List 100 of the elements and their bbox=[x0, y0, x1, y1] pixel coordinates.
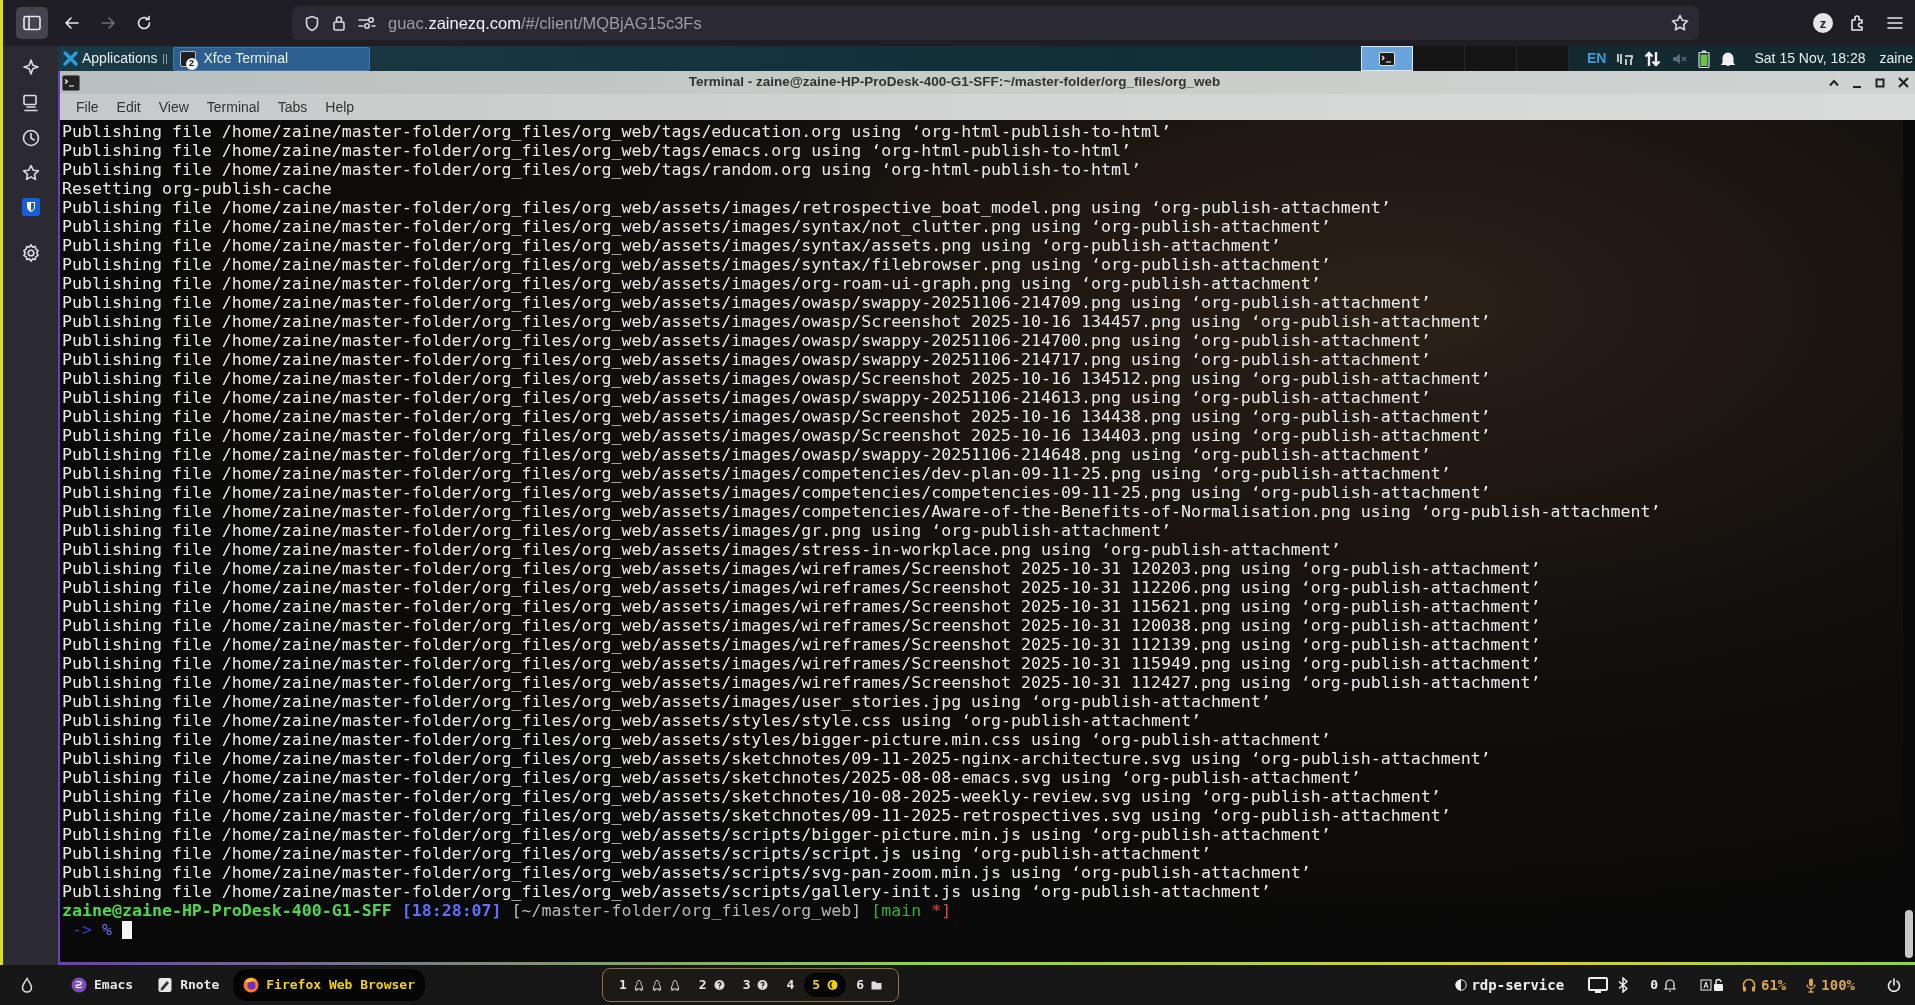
terminal-line: Publishing file /home/zaine/master-folder/org_files/org_web/assets/scripts/bigger-picture.min.js using ‘org-publish-attachment’ bbox=[62, 825, 1331, 844]
terminal-line: Publishing file /home/zaine/master-folder/org_files/org_web/assets/images/owasp/Screenshot 2025-10-16 134403.png using ‘org-publish-attachment’ bbox=[62, 426, 1491, 445]
settings-icon[interactable] bbox=[20, 243, 41, 263]
maximize-icon[interactable] bbox=[1875, 77, 1885, 88]
lock-icon bbox=[332, 15, 346, 31]
close-icon[interactable] bbox=[1898, 77, 1909, 88]
terminal-line: Publishing file /home/zaine/master-folder/org_files/org_web/assets/styles/style.css using ‘org-publish-attachment’ bbox=[62, 711, 1201, 730]
workspace-button[interactable]: 6 bbox=[848, 973, 890, 997]
menu-item[interactable]: Tabs bbox=[269, 95, 316, 119]
prompt-symbol: -> bbox=[72, 920, 92, 939]
muted-speaker-icon[interactable] bbox=[1672, 51, 1689, 66]
xfce-logo-icon bbox=[63, 51, 78, 66]
terminal-line: Publishing file /home/zaine/master-folder/org_files/org_web/assets/sketchnotes/2025-08-08-emacs.svg using ‘org-publish-attachment’ bbox=[62, 768, 1361, 787]
monitor-icon[interactable] bbox=[1588, 977, 1609, 993]
taskbar-button[interactable]: 2 Xfce Terminal bbox=[172, 46, 370, 71]
prompt-text: [18:28:07] bbox=[401, 901, 502, 920]
menu-item[interactable]: Terminal bbox=[198, 95, 268, 119]
terminal-line: Publishing file /home/zaine/master-folder/org_files/org_web/tags/random.org using ‘org-html-publish-to-html’ bbox=[62, 160, 1141, 179]
workspace-button[interactable]: 1 bbox=[611, 973, 689, 997]
profile-button[interactable]: z bbox=[1813, 13, 1833, 33]
taskbar-app[interactable]: Emacs bbox=[61, 969, 144, 1001]
chevron-up-icon[interactable] bbox=[1829, 78, 1839, 87]
terminal-line: Publishing file /home/zaine/master-folder/org_files/org_web/assets/images/gr.png using ‘org-publish-attachment’ bbox=[62, 521, 1171, 540]
star-icon[interactable] bbox=[20, 163, 41, 183]
workspace-button[interactable]: 3 bbox=[734, 973, 777, 997]
microphone-level: 100% bbox=[1821, 975, 1855, 995]
sidebar-toggle-button[interactable] bbox=[16, 7, 48, 39]
headphones-icon[interactable] bbox=[1742, 978, 1756, 992]
menu-item[interactable]: Help bbox=[317, 95, 363, 119]
help-icon bbox=[713, 979, 725, 991]
panel-separator bbox=[162, 53, 167, 64]
terminal-line: Publishing file /home/zaine/master-folder/org_files/org_web/assets/sketchnotes/09-11-2025-nginx-architecture.svg using ‘org-publish-attachment’ bbox=[62, 749, 1491, 768]
battery-icon[interactable] bbox=[1698, 49, 1711, 68]
terminal-line: Publishing file /home/zaine/master-folder/org_files/org_web/assets/images/retrospective_boat_model.png using ‘org-publish-attachment’ bbox=[62, 198, 1391, 217]
terminal-line: Publishing file /home/zaine/master-folder/org_files/org_web/assets/images/owasp/swappy-20251106-214717.png using ‘org-publish-attachment’ bbox=[62, 350, 1431, 369]
terminal-line: Publishing file /home/zaine/master-folder/org_files/org_web/assets/images/wireframes/Screenshot 2025-10-31 120203.png using ‘org-publish-attachment’ bbox=[62, 559, 1541, 578]
terminal-line: Resetting org-publish-cache bbox=[62, 179, 332, 198]
power-icon[interactable] bbox=[1887, 978, 1901, 992]
menu-item[interactable]: File bbox=[68, 95, 107, 119]
taskbar-app[interactable]: Firefox Web Browser bbox=[233, 969, 425, 1001]
user-name[interactable]: zaine bbox=[1879, 48, 1913, 69]
bell-icon[interactable] bbox=[1664, 978, 1676, 992]
microphone-icon[interactable] bbox=[1806, 977, 1817, 993]
half-circle-icon bbox=[1455, 979, 1468, 991]
terminal-line: Publishing file /home/zaine/master-folder/org_files/org_web/assets/images/org-roam-ui-graph.png using ‘org-publish-attachment’ bbox=[62, 274, 1321, 293]
terminal-icon bbox=[62, 74, 80, 91]
clock-text: Sat 15 Nov, 18:28 bbox=[1754, 49, 1866, 68]
terminal-line: Publishing file /home/zaine/master-folder/org_files/org_web/assets/images/wireframes/Screenshot 2025-10-31 115621.png using ‘org-publish-attachment’ bbox=[62, 597, 1541, 616]
terminal-line: Publishing file /home/zaine/master-folder/org_files/org_web/assets/images/competencies/competencies-09-11-25.png using ‘org-publish-attachment’ bbox=[62, 483, 1491, 502]
terminal-line: Publishing file /home/zaine/master-folder/org_files/org_web/assets/images/owasp/Screenshot 2025-10-16 134438.png using ‘org-publish-attachment’ bbox=[62, 407, 1491, 426]
terminal-line: Publishing file /home/zaine/master-folder/org_files/org_web/assets/images/competencies/dev-plan-09-11-25.png using ‘org-publish-attachment’ bbox=[62, 464, 1451, 483]
terminal-line: Publishing file /home/zaine/master-folder/org_files/org_web/tags/education.org using ‘org-html-publish-to-html’ bbox=[62, 122, 1171, 141]
taskbar-app[interactable]: Rnote bbox=[147, 969, 230, 1001]
terminal-line: Publishing file /home/zaine/master-folder/org_files/org_web/assets/images/wireframes/Screenshot 2025-10-31 120038.png using ‘org-publish-attachment’ bbox=[62, 616, 1541, 635]
terminal-line: Publishing file /home/zaine/master-folder/org_files/org_web/assets/images/wireframes/Screenshot 2025-10-31 112206.png using ‘org-publish-attachment’ bbox=[62, 578, 1541, 597]
terminal-line: Publishing file /home/zaine/master-folder/org_files/org_web/assets/images/syntax/filebrowser.png using ‘org-publish-attachment’ bbox=[62, 255, 1331, 274]
bookmark-star-icon[interactable] bbox=[1671, 14, 1689, 32]
text-cursor bbox=[122, 920, 132, 939]
terminal-line: Publishing file /home/zaine/master-folder/org_files/org_web/assets/images/syntax/not_clutter.png using ‘org-publish-attachment’ bbox=[62, 217, 1331, 236]
clock-icon[interactable] bbox=[20, 128, 41, 148]
notification-count: 0 bbox=[1650, 976, 1658, 995]
scrollbar-thumb[interactable] bbox=[1905, 910, 1913, 958]
menu-item[interactable]: View bbox=[150, 95, 197, 119]
terminal-line: Publishing file /home/zaine/master-folder/org_files/org_web/assets/images/owasp/swappy-20251106-214613.png using ‘org-publish-attachment’ bbox=[62, 388, 1431, 407]
sparkle-icon[interactable] bbox=[20, 58, 41, 78]
folder-icon bbox=[870, 979, 882, 991]
penguin-icon bbox=[633, 979, 645, 991]
transfer-arrows-icon[interactable] bbox=[1644, 50, 1663, 67]
terminal-line: Publishing file /home/zaine/master-folder/org_files/org_web/assets/images/syntax/assets.png using ‘org-publish-attachment’ bbox=[62, 236, 1281, 255]
terminal-icon bbox=[1379, 51, 1396, 66]
workspace-button[interactable]: 5 bbox=[804, 973, 847, 997]
terminal-line: Publishing file /home/zaine/master-folder/org_files/org_web/assets/images/stress-in-workplace.png using ‘org-publish-attachment’ bbox=[62, 540, 1341, 559]
penguin-icon bbox=[669, 979, 681, 991]
service-name[interactable]: rdp-service bbox=[1471, 974, 1565, 996]
workspace-button[interactable]: 4 bbox=[778, 973, 803, 997]
prompt-symbol: % bbox=[102, 920, 112, 939]
browser-logo-icon bbox=[243, 977, 260, 993]
prompt-text: [~/master-folder/org_files/org_web] bbox=[511, 901, 862, 920]
back-arrow-icon bbox=[64, 15, 80, 31]
window-count-badge: 2 bbox=[185, 57, 198, 70]
keyboard-lock-icon[interactable] bbox=[1700, 978, 1724, 992]
applications-menu[interactable]: Applications bbox=[61, 46, 160, 71]
computer-icon[interactable] bbox=[20, 93, 41, 113]
terminal-line: Publishing file /home/zaine/master-folder/org_files/org_web/assets/images/user_stories.jpg using ‘org-publish-attachment’ bbox=[62, 692, 1271, 711]
notebook-icon bbox=[157, 977, 174, 993]
menu-item[interactable]: Edit bbox=[108, 95, 149, 119]
terminal-line: Publishing file /home/zaine/master-folder/org_files/org_web/assets/sketchnotes/09-11-2025-retrospectives.svg using ‘org-publish-attachment’ bbox=[62, 806, 1451, 825]
menu-icon[interactable] bbox=[1886, 15, 1904, 31]
bell-icon[interactable] bbox=[1720, 50, 1737, 67]
address-bar[interactable]: guac.zainezq.com/#/client/MQBjAG15c3Fs bbox=[292, 6, 1699, 40]
terminal-line: Publishing file /home/zaine/master-folder/org_files/org_web/assets/scripts/gallery-init.js using ‘org-publish-attachment’ bbox=[62, 882, 1271, 901]
forward-arrow-icon bbox=[100, 15, 116, 31]
shield-icon[interactable] bbox=[21, 198, 40, 216]
keyboard-layout-indicator[interactable]: EN bbox=[1587, 48, 1607, 69]
terminal-line: Publishing file /home/zaine/master-folder/org_files/org_web/assets/images/owasp/Screenshot 2025-10-16 134512.png using ‘org-publish-attachment’ bbox=[62, 369, 1491, 388]
workspace-button[interactable]: 2 bbox=[690, 973, 733, 997]
prompt-text: zaine@zaine-HP-ProDesk-400-G1-SFF bbox=[62, 901, 392, 920]
bluetooth-icon[interactable] bbox=[1618, 977, 1629, 993]
droplet-icon[interactable] bbox=[21, 977, 33, 993]
help-icon bbox=[757, 979, 769, 991]
